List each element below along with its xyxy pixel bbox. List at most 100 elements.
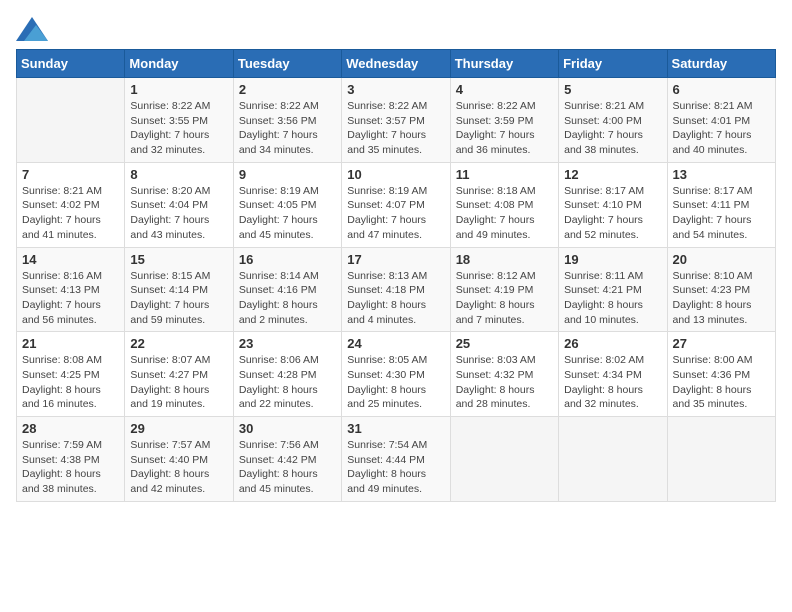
calendar-cell: 29 Sunrise: 7:57 AMSunset: 4:40 PMDayligh…: [125, 417, 233, 502]
day-info: Sunrise: 8:16 AMSunset: 4:13 PMDaylight:…: [22, 269, 119, 328]
day-number: 22: [130, 336, 227, 351]
calendar-cell: 16 Sunrise: 8:14 AMSunset: 4:16 PMDayligh…: [233, 247, 341, 332]
header: [16, 16, 776, 37]
day-number: 27: [673, 336, 770, 351]
calendar-week-5: 28Sunrise: 7:59 AMSunset: 4:38 PMDayligh…: [17, 417, 776, 502]
day-info: Sunrise: 7:59 AMSunset: 4:38 PMDaylight:…: [22, 438, 119, 497]
weekday-header-saturday: Saturday: [667, 50, 775, 78]
day-number: 30: [239, 421, 336, 436]
day-info: Sunrise: 8:18 AMSunset: 4:08 PMDaylight:…: [456, 184, 553, 243]
day-number: 4: [456, 82, 553, 97]
calendar-cell: 4 Sunrise: 8:22 AMSunset: 3:59 PMDaylight…: [450, 78, 558, 163]
day-number: 21: [22, 336, 119, 351]
calendar-cell: 25 Sunrise: 8:03 AMSunset: 4:32 PMDayligh…: [450, 332, 558, 417]
weekday-header-tuesday: Tuesday: [233, 50, 341, 78]
day-info: Sunrise: 8:22 AMSunset: 3:57 PMDaylight:…: [347, 99, 444, 158]
calendar-cell: 3 Sunrise: 8:22 AMSunset: 3:57 PMDaylight…: [342, 78, 450, 163]
day-number: 13: [673, 167, 770, 182]
day-info: Sunrise: 8:08 AMSunset: 4:25 PMDaylight:…: [22, 353, 119, 412]
calendar-cell: 18 Sunrise: 8:12 AMSunset: 4:19 PMDayligh…: [450, 247, 558, 332]
day-info: Sunrise: 8:15 AMSunset: 4:14 PMDaylight:…: [130, 269, 227, 328]
day-info: Sunrise: 8:11 AMSunset: 4:21 PMDaylight:…: [564, 269, 661, 328]
day-info: Sunrise: 8:19 AMSunset: 4:05 PMDaylight:…: [239, 184, 336, 243]
calendar-cell: 6 Sunrise: 8:21 AMSunset: 4:01 PMDaylight…: [667, 78, 775, 163]
day-number: 16: [239, 252, 336, 267]
day-info: Sunrise: 8:03 AMSunset: 4:32 PMDaylight:…: [456, 353, 553, 412]
day-number: 5: [564, 82, 661, 97]
calendar-cell: 23 Sunrise: 8:06 AMSunset: 4:28 PMDayligh…: [233, 332, 341, 417]
day-number: 31: [347, 421, 444, 436]
day-info: Sunrise: 8:21 AMSunset: 4:02 PMDaylight:…: [22, 184, 119, 243]
weekday-header-monday: Monday: [125, 50, 233, 78]
day-info: Sunrise: 8:17 AMSunset: 4:11 PMDaylight:…: [673, 184, 770, 243]
day-info: Sunrise: 8:05 AMSunset: 4:30 PMDaylight:…: [347, 353, 444, 412]
calendar-table: SundayMondayTuesdayWednesdayThursdayFrid…: [16, 49, 776, 502]
calendar-cell: 21 Sunrise: 8:08 AMSunset: 4:25 PMDayligh…: [17, 332, 125, 417]
day-info: Sunrise: 7:56 AMSunset: 4:42 PMDaylight:…: [239, 438, 336, 497]
calendar-cell: [450, 417, 558, 502]
calendar-cell: 2Sunrise: 8:22 AMSunset: 3:56 PMDaylight…: [233, 78, 341, 163]
day-info: Sunrise: 8:06 AMSunset: 4:28 PMDaylight:…: [239, 353, 336, 412]
calendar-cell: 17 Sunrise: 8:13 AMSunset: 4:18 PMDayligh…: [342, 247, 450, 332]
calendar-week-4: 21 Sunrise: 8:08 AMSunset: 4:25 PMDayligh…: [17, 332, 776, 417]
day-info: Sunrise: 8:21 AMSunset: 4:00 PMDaylight:…: [564, 99, 661, 158]
calendar-cell: 13 Sunrise: 8:17 AMSunset: 4:11 PMDayligh…: [667, 162, 775, 247]
day-info: Sunrise: 8:21 AMSunset: 4:01 PMDaylight:…: [673, 99, 770, 158]
day-number: 29: [130, 421, 227, 436]
calendar-week-2: 7 Sunrise: 8:21 AMSunset: 4:02 PMDaylight…: [17, 162, 776, 247]
day-info: Sunrise: 8:14 AMSunset: 4:16 PMDaylight:…: [239, 269, 336, 328]
day-number: 26: [564, 336, 661, 351]
calendar-cell: 27 Sunrise: 8:00 AMSunset: 4:36 PMDayligh…: [667, 332, 775, 417]
day-info: Sunrise: 8:20 AMSunset: 4:04 PMDaylight:…: [130, 184, 227, 243]
calendar-cell: [559, 417, 667, 502]
calendar-cell: [667, 417, 775, 502]
day-number: 17: [347, 252, 444, 267]
day-number: 14: [22, 252, 119, 267]
day-number: 20: [673, 252, 770, 267]
day-info: Sunrise: 8:22 AMSunset: 3:56 PMDaylight:…: [239, 99, 336, 158]
day-number: 23: [239, 336, 336, 351]
weekday-header-wednesday: Wednesday: [342, 50, 450, 78]
day-info: Sunrise: 8:22 AMSunset: 3:59 PMDaylight:…: [456, 99, 553, 158]
day-number: 1: [130, 82, 227, 97]
day-info: Sunrise: 8:02 AMSunset: 4:34 PMDaylight:…: [564, 353, 661, 412]
calendar-cell: 9 Sunrise: 8:19 AMSunset: 4:05 PMDaylight…: [233, 162, 341, 247]
day-number: 19: [564, 252, 661, 267]
day-info: Sunrise: 8:00 AMSunset: 4:36 PMDaylight:…: [673, 353, 770, 412]
calendar-week-3: 14 Sunrise: 8:16 AMSunset: 4:13 PMDayligh…: [17, 247, 776, 332]
calendar-cell: 1Sunrise: 8:22 AMSunset: 3:55 PMDaylight…: [125, 78, 233, 163]
weekday-header-sunday: Sunday: [17, 50, 125, 78]
day-info: Sunrise: 8:10 AMSunset: 4:23 PMDaylight:…: [673, 269, 770, 328]
calendar-cell: 11Sunrise: 8:18 AMSunset: 4:08 PMDayligh…: [450, 162, 558, 247]
logo-icon: [16, 17, 44, 37]
calendar-cell: 19 Sunrise: 8:11 AMSunset: 4:21 PMDayligh…: [559, 247, 667, 332]
calendar-cell: 20 Sunrise: 8:10 AMSunset: 4:23 PMDayligh…: [667, 247, 775, 332]
day-number: 3: [347, 82, 444, 97]
weekday-header-thursday: Thursday: [450, 50, 558, 78]
calendar-body: 1Sunrise: 8:22 AMSunset: 3:55 PMDaylight…: [17, 78, 776, 502]
day-info: Sunrise: 7:57 AMSunset: 4:40 PMDaylight:…: [130, 438, 227, 497]
day-number: 6: [673, 82, 770, 97]
day-number: 10: [347, 167, 444, 182]
calendar-cell: 12 Sunrise: 8:17 AMSunset: 4:10 PMDayligh…: [559, 162, 667, 247]
weekday-header-row: SundayMondayTuesdayWednesdayThursdayFrid…: [17, 50, 776, 78]
calendar-cell: 28Sunrise: 7:59 AMSunset: 4:38 PMDayligh…: [17, 417, 125, 502]
day-number: 9: [239, 167, 336, 182]
day-number: 18: [456, 252, 553, 267]
weekday-header-friday: Friday: [559, 50, 667, 78]
day-info: Sunrise: 8:17 AMSunset: 4:10 PMDaylight:…: [564, 184, 661, 243]
day-info: Sunrise: 8:13 AMSunset: 4:18 PMDaylight:…: [347, 269, 444, 328]
calendar-cell: 10Sunrise: 8:19 AMSunset: 4:07 PMDayligh…: [342, 162, 450, 247]
calendar-cell: 7 Sunrise: 8:21 AMSunset: 4:02 PMDaylight…: [17, 162, 125, 247]
calendar-cell: 24Sunrise: 8:05 AMSunset: 4:30 PMDayligh…: [342, 332, 450, 417]
calendar-cell: 8Sunrise: 8:20 AMSunset: 4:04 PMDaylight…: [125, 162, 233, 247]
calendar-cell: 26 Sunrise: 8:02 AMSunset: 4:34 PMDayligh…: [559, 332, 667, 417]
calendar-cell: [17, 78, 125, 163]
day-info: Sunrise: 8:12 AMSunset: 4:19 PMDaylight:…: [456, 269, 553, 328]
day-number: 7: [22, 167, 119, 182]
logo: [16, 16, 48, 37]
calendar-cell: 5 Sunrise: 8:21 AMSunset: 4:00 PMDaylight…: [559, 78, 667, 163]
calendar-cell: 15Sunrise: 8:15 AMSunset: 4:14 PMDayligh…: [125, 247, 233, 332]
day-number: 25: [456, 336, 553, 351]
day-number: 12: [564, 167, 661, 182]
